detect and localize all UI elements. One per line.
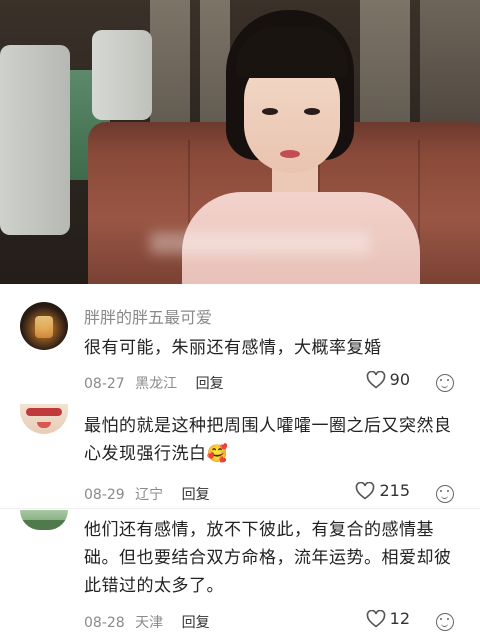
- comment-date: 08-29: [84, 487, 125, 503]
- comment-text: 很有可能，朱丽还有感情，大概率复婚: [84, 338, 382, 358]
- subtitle-blur: [150, 232, 370, 254]
- comment-location: 天津: [135, 615, 164, 631]
- reply-button[interactable]: 回复: [182, 615, 210, 631]
- comment-meta: 08-27 黑龙江 回复: [84, 373, 224, 393]
- sunglasses-icon: [26, 408, 62, 416]
- smiley-icon[interactable]: [436, 485, 454, 503]
- like-count: 12: [389, 609, 410, 628]
- avatar[interactable]: [20, 510, 68, 530]
- avatar[interactable]: [20, 302, 68, 350]
- eye: [262, 108, 278, 115]
- like-button[interactable]: 90: [366, 370, 410, 389]
- like-count: 90: [389, 370, 410, 389]
- woman-bangs: [236, 26, 348, 78]
- mouth-icon: [37, 422, 51, 428]
- comment-text: 最怕的就是这种把周围人嚯嚯一圈之后又突然良心发现强行洗白🥰: [84, 416, 452, 464]
- comment-location: 黑龙江: [135, 376, 178, 392]
- smiley-icon[interactable]: [436, 374, 454, 392]
- video-frame[interactable]: [0, 0, 480, 284]
- eye: [304, 108, 320, 115]
- heart-outline-icon: [356, 481, 375, 500]
- comment-meta: 08-28 天津 回复: [84, 612, 210, 632]
- comment-date: 08-27: [84, 376, 125, 392]
- smiley-icon[interactable]: [436, 613, 454, 631]
- heart-outline-icon: [366, 609, 385, 628]
- comment-item: 胖胖的胖五最可爱 很有可能，朱丽还有感情，大概率复婚 08-27 黑龙江 回复 …: [0, 284, 480, 398]
- comment-meta: 08-29 辽宁 回复: [84, 484, 210, 504]
- comment-username[interactable]: 胖胖的胖五最可爱: [84, 304, 212, 328]
- heart-outline-icon: [366, 370, 385, 389]
- landscape-icon: [20, 520, 68, 530]
- reply-button[interactable]: 回复: [196, 376, 224, 392]
- mouth: [280, 150, 300, 158]
- comment-location: 辽宁: [135, 487, 164, 503]
- comment-date: 08-28: [84, 615, 125, 631]
- lamp-icon: [35, 316, 53, 338]
- comment-item: 最怕的就是这种把周围人嚯嚯一圈之后又突然良心发现强行洗白🥰 08-29 辽宁 回…: [0, 398, 480, 510]
- comment-text: 他们还有感情，放不下彼此，有复合的感情基础。但也要结合双方命格，流年运势。相爱却…: [84, 520, 452, 596]
- avatar[interactable]: [20, 404, 68, 434]
- background-chair: [92, 30, 152, 120]
- reply-button[interactable]: 回复: [182, 487, 210, 503]
- comment-item: 他们还有感情，放不下彼此，有复合的感情基础。但也要结合双方命格，流年运势。相爱却…: [0, 510, 480, 640]
- like-count: 215: [379, 481, 410, 500]
- like-button[interactable]: 12: [366, 609, 410, 628]
- divider: [0, 508, 480, 509]
- background-chair: [0, 45, 70, 235]
- like-button[interactable]: 215: [355, 481, 410, 500]
